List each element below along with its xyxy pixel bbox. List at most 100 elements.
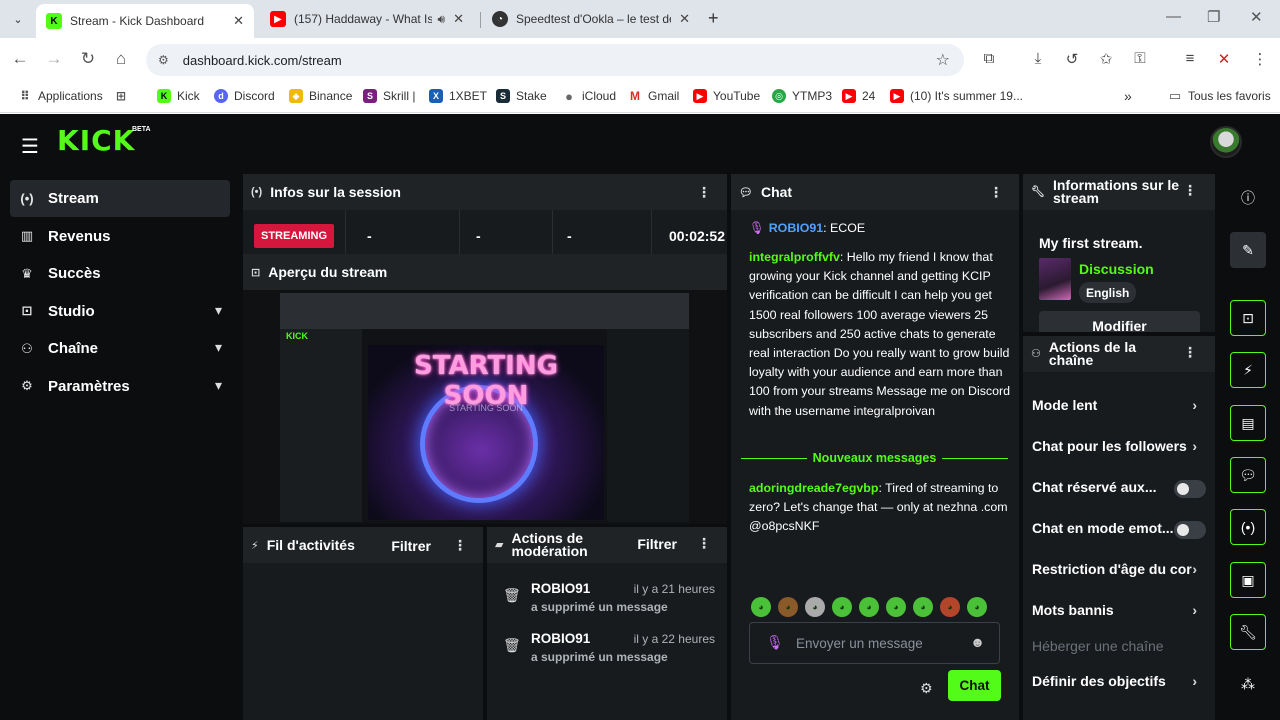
emote-9[interactable]: ◕ xyxy=(967,597,987,617)
back-icon[interactable]: ← xyxy=(10,49,30,69)
restore-icon[interactable]: ❐ xyxy=(1207,8,1220,26)
sidebar-item-chaine[interactable]: ⚇ Chaîne ▾ xyxy=(10,330,230,367)
tab-groups-icon[interactable]: ⊞ xyxy=(114,86,134,106)
category-link[interactable]: Discussion xyxy=(1079,261,1154,277)
bookmark-binance[interactable]: ◆ Binance xyxy=(289,86,352,106)
home-icon[interactable]: ⌂ xyxy=(111,49,131,69)
forward-icon[interactable]: → xyxy=(44,49,64,69)
bookmark-1xbet[interactable]: X 1XBET xyxy=(429,86,487,106)
layout-icon[interactable]: ⁂ xyxy=(1230,666,1266,702)
sidebar-item-stream[interactable]: (•) Stream xyxy=(10,180,230,217)
tab-kick-dashboard[interactable]: K Stream - Kick Dashboard ✕ xyxy=(36,4,254,38)
subscribers-chat-toggle[interactable] xyxy=(1174,480,1206,498)
sidebar-item-studio[interactable]: ⊡ Studio ▾ xyxy=(10,293,230,330)
microphone-icon[interactable]: 🎙︎ xyxy=(766,634,784,651)
stream-preview-video[interactable]: KICK STARTING SOON STARTING SOON xyxy=(280,293,689,522)
close-window-icon[interactable]: ✕ xyxy=(1250,8,1263,26)
password-key-icon[interactable]: ⚿ xyxy=(1130,50,1150,67)
browser-menu-icon[interactable]: ⋮ xyxy=(1250,50,1270,68)
tab-search-button[interactable]: ⌄ xyxy=(6,7,30,31)
bookmark-skrill[interactable]: S Skrill | xyxy=(363,86,415,106)
stream-preview-toggle-icon[interactable]: ⊡ xyxy=(1230,300,1266,336)
chat-message-input[interactable]: 🎙︎ Envoyer un message ☻ xyxy=(749,622,1000,664)
chat-settings-icon[interactable]: ⚙ xyxy=(920,680,933,697)
moderation-toggle-icon[interactable]: ▤ xyxy=(1230,405,1266,441)
bookmark-youtube[interactable]: ▶ YouTube xyxy=(693,86,760,106)
emote-3[interactable]: ◕ xyxy=(805,597,825,617)
action-chat-subscribers[interactable]: Chat réservé aux... xyxy=(1032,479,1215,501)
emote-chat-toggle[interactable] xyxy=(1174,521,1206,539)
sidebar-item-parametres[interactable]: ⚙ Paramètres ▾ xyxy=(10,368,230,405)
sidebar-item-succes[interactable]: ♛ Succès xyxy=(10,255,230,292)
reload-icon[interactable]: ↻ xyxy=(78,49,98,69)
emote-8[interactable]: ◕ xyxy=(940,597,960,617)
sidebar-item-revenus[interactable]: ▥ Revenus xyxy=(10,218,230,255)
bookmarks-overflow-icon[interactable]: » xyxy=(1124,86,1132,106)
emoji-picker-icon[interactable]: ☻ xyxy=(970,634,985,650)
history-icon[interactable]: ↺ xyxy=(1062,50,1082,68)
bookmark-discord[interactable]: d Discord xyxy=(214,86,275,106)
emote-1[interactable]: ◕ xyxy=(751,597,771,617)
close-tab-icon[interactable]: ✕ xyxy=(679,11,690,27)
mod-user[interactable]: ROBIO91 xyxy=(531,581,590,596)
bookmark-its-summer[interactable]: ▶ (10) It's summer 19... xyxy=(890,86,1023,106)
activity-toggle-icon[interactable]: ⚡︎ xyxy=(1230,352,1266,388)
filter-button[interactable]: Filtrer xyxy=(637,537,677,551)
media-queue-icon[interactable]: ≡ xyxy=(1180,50,1200,67)
emote-6[interactable]: ◕ xyxy=(886,597,906,617)
bookmark-ytmp3[interactable]: ◎ YTMP3 xyxy=(772,86,832,106)
download-icon[interactable]: ⤓ xyxy=(1028,50,1048,67)
more-options-icon[interactable]: ⋮ xyxy=(1183,345,1197,359)
action-mode-lent[interactable]: Mode lent › xyxy=(1032,397,1215,419)
edit-pencil-icon[interactable]: ✎ xyxy=(1230,232,1266,268)
bookmark-kick[interactable]: K Kick xyxy=(157,86,200,106)
more-options-icon[interactable]: ⋮ xyxy=(697,184,711,201)
more-options-icon[interactable]: ⋮ xyxy=(989,184,1003,201)
modify-button[interactable]: Modifier xyxy=(1039,311,1200,332)
bookmark-icloud[interactable]: ● iCloud xyxy=(562,86,616,106)
session-toggle-icon[interactable]: (•) xyxy=(1230,509,1266,545)
bookmark-star-icon[interactable]: ☆ xyxy=(936,50,950,70)
avatar[interactable] xyxy=(1210,126,1242,158)
address-bar[interactable]: ⚙ dashboard.kick.com/stream ☆ xyxy=(146,44,964,76)
favorites-icon[interactable]: ✩ xyxy=(1096,50,1116,68)
emote-5[interactable]: ◕ xyxy=(859,597,879,617)
mod-user[interactable]: ROBIO91 xyxy=(531,631,590,646)
hamburger-menu-icon[interactable]: ☰ xyxy=(21,134,39,159)
send-chat-button[interactable]: Chat xyxy=(948,670,1001,701)
extension-ad-icon[interactable]: ✕ xyxy=(1214,50,1234,68)
bookmark-applications[interactable]: ⠿ Applications xyxy=(18,86,102,106)
filter-button[interactable]: Filtrer xyxy=(391,538,431,554)
chat-username[interactable]: adoringdreade7egvbp xyxy=(749,481,878,495)
action-chat-emote[interactable]: Chat en mode emot... xyxy=(1032,520,1215,542)
emote-2[interactable]: ◕ xyxy=(778,597,798,617)
tab-speedtest[interactable]: ◔ Speedtest d'Ookla – le test de v ✕ xyxy=(482,4,700,34)
kick-logo[interactable]: KICK xyxy=(57,124,135,157)
more-options-icon[interactable]: ⋮ xyxy=(1183,183,1197,197)
site-info-icon[interactable]: ⚙ xyxy=(158,53,169,67)
chat-username[interactable]: ROBIO91 xyxy=(769,221,823,235)
speaker-icon[interactable]: 🔊︎ xyxy=(438,12,446,27)
action-chat-followers[interactable]: Chat pour les followers › xyxy=(1032,438,1215,460)
stream-info-toggle-icon[interactable]: ▣ xyxy=(1230,562,1266,598)
action-banned-words[interactable]: Mots bannis › xyxy=(1032,602,1215,624)
extensions-icon[interactable]: ⧉ xyxy=(979,50,999,67)
wrench-toggle-icon[interactable]: 🔧︎ xyxy=(1230,614,1266,650)
bookmark-stake[interactable]: S Stake xyxy=(496,86,547,106)
all-bookmarks[interactable]: ▭ Tous les favoris xyxy=(1168,86,1271,106)
chat-username[interactable]: integralproffvfv xyxy=(749,250,840,264)
action-set-goals[interactable]: Définir des objectifs › xyxy=(1032,673,1215,695)
bookmark-24[interactable]: ▶ 24 xyxy=(842,86,875,106)
emote-7[interactable]: ◕ xyxy=(913,597,933,617)
new-tab-button[interactable]: + xyxy=(708,8,719,29)
more-options-icon[interactable]: ⋮ xyxy=(453,537,467,554)
close-tab-icon[interactable]: ✕ xyxy=(233,13,244,29)
tab-youtube[interactable]: ▶ (157) Haddaway - What Is L 🔊︎ ✕ xyxy=(260,4,474,34)
close-tab-icon[interactable]: ✕ xyxy=(453,11,464,27)
info-icon[interactable]: ⓘ xyxy=(1230,180,1266,216)
action-age-restriction[interactable]: Restriction d'âge du cor › xyxy=(1032,561,1215,583)
chat-toggle-icon[interactable]: 💬︎ xyxy=(1230,457,1266,493)
more-options-icon[interactable]: ⋮ xyxy=(697,536,711,550)
bookmark-gmail[interactable]: M Gmail xyxy=(628,86,679,106)
emote-4[interactable]: ◕ xyxy=(832,597,852,617)
